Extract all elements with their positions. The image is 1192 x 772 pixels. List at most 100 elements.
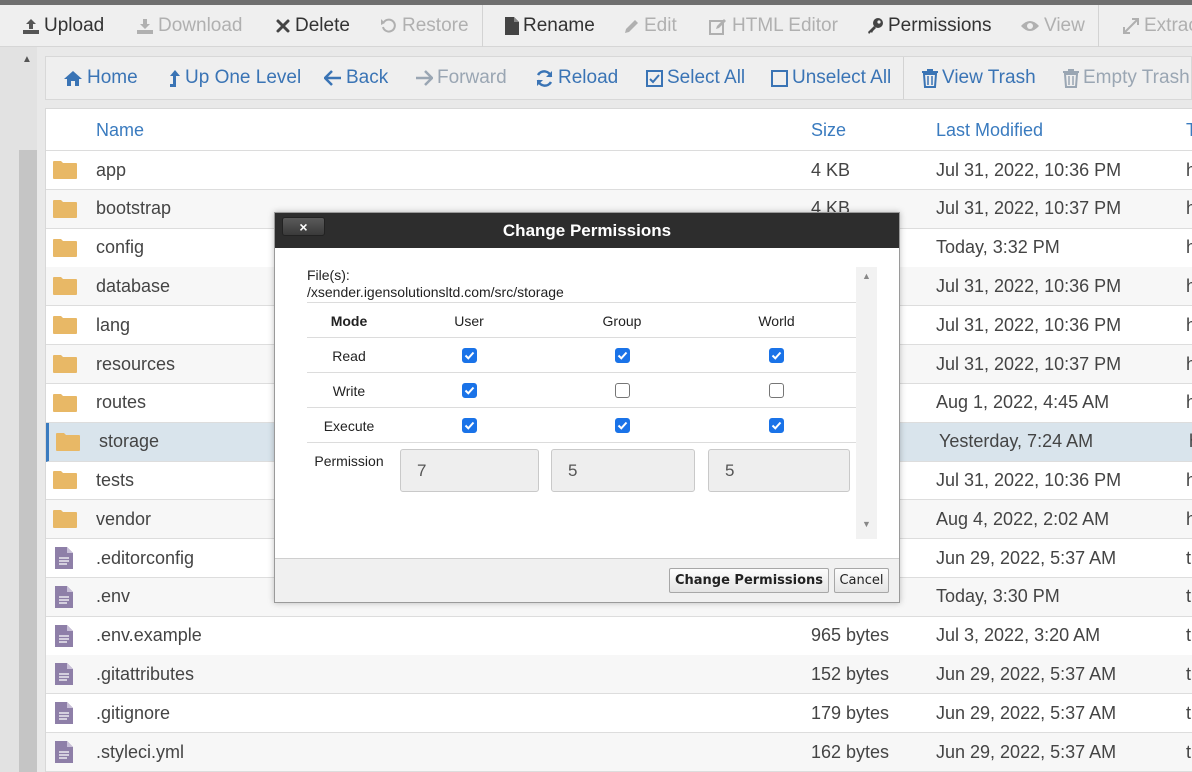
table-row[interactable]: .gitignore 179 bytes Jun 29, 2022, 5:37 AM…: [46, 694, 1192, 734]
dialog-footer: Change Permissions Cancel: [275, 558, 899, 602]
file-name: .gitignore: [96, 702, 171, 723]
mode-label: Read: [332, 347, 366, 364]
column-header-name[interactable]: Name: [96, 109, 144, 151]
user-write-checkbox[interactable]: [461, 383, 477, 398]
scroll-down-icon[interactable]: ▼: [862, 519, 871, 529]
delete-button[interactable]: Delete: [275, 5, 350, 47]
file-type: h: [1186, 159, 1192, 180]
dialog-body: File(s): /xsender.igensolutionsltd.com/s…: [285, 266, 877, 539]
permission-value-row: Permission 7 5 5: [307, 442, 856, 497]
world-read-checkbox[interactable]: [769, 348, 784, 363]
trash-icon: [1063, 68, 1079, 88]
world-permission-input[interactable]: 5: [708, 449, 850, 492]
file-icon: [505, 17, 519, 35]
reload-button[interactable]: Reload: [535, 57, 618, 99]
file-icon: [54, 733, 74, 771]
file-name: resources: [96, 353, 176, 374]
group-cell: [547, 338, 697, 373]
back-button[interactable]: Back: [324, 57, 388, 99]
group-execute-checkbox[interactable]: [614, 418, 630, 433]
table-row[interactable]: .gitattributes 152 bytes Jun 29, 2022, 5:3…: [46, 655, 1192, 695]
permission-mode-row: Execute: [307, 407, 856, 442]
column-header-last-modified[interactable]: Last Modified: [936, 109, 1043, 151]
files-path: /xsender.igensolutionsltd.com/src/storag…: [307, 284, 564, 300]
pencil-icon: [623, 18, 640, 35]
world-execute-checkbox[interactable]: [769, 418, 784, 433]
dialog-close-button[interactable]: ×: [282, 217, 325, 236]
change-permissions-button[interactable]: Change Permissions: [669, 568, 829, 593]
permissions-button[interactable]: Permissions: [866, 5, 991, 47]
html-editor-button[interactable]: HTML Editor: [709, 5, 838, 47]
world-cell: [697, 373, 856, 408]
scroll-up-arrow-icon[interactable]: ▲: [22, 54, 32, 65]
file-type: t: [1186, 741, 1192, 762]
file-size: 152 bytes: [811, 663, 890, 684]
permission-mode-row: Read: [307, 337, 856, 372]
empty-trash-button[interactable]: Empty Trash: [1063, 57, 1190, 99]
file-modified: Jul 31, 2022, 10:37 PM: [936, 353, 1122, 374]
view-button[interactable]: View: [1020, 5, 1085, 47]
file-name: tests: [96, 469, 135, 490]
file-name: lang: [96, 314, 131, 335]
group-write-checkbox[interactable]: [614, 383, 630, 398]
file-modified: Aug 1, 2022, 4:45 AM: [936, 392, 1110, 413]
upload-button[interactable]: Upload: [22, 5, 104, 47]
group-permission-input[interactable]: 5: [551, 449, 695, 492]
restore-button[interactable]: Restore: [380, 5, 469, 47]
level-up-icon: [169, 69, 181, 88]
column-header-size[interactable]: Size: [811, 109, 846, 151]
rename-button[interactable]: Rename: [505, 5, 595, 47]
user-execute-checkbox[interactable]: [461, 418, 477, 433]
table-row[interactable]: .env.example 965 bytes Jul 3, 2022, 3:20 A…: [46, 617, 1192, 656]
folder-icon: [52, 500, 78, 538]
extract-button[interactable]: Extract: [1122, 5, 1192, 47]
file-type: t: [1186, 625, 1192, 646]
upload-label: Upload: [44, 15, 105, 36]
file-type: h: [1186, 275, 1192, 296]
file-icon: [54, 694, 74, 732]
file-modified: Yesterday, 7:24 AM: [939, 431, 1094, 452]
group-read-checkbox[interactable]: [614, 348, 630, 363]
file-modified: Jun 29, 2022, 5:37 AM: [936, 663, 1117, 684]
select-all-button[interactable]: Select All: [646, 57, 745, 99]
navigation-toolbar: Home Up One Level Back Forward Reload Se…: [45, 56, 1192, 100]
edit-square-icon: [709, 18, 728, 35]
file-type: t: [1186, 663, 1192, 684]
file-size: 965 bytes: [811, 625, 890, 646]
file-modified: Jul 31, 2022, 10:37 PM: [936, 198, 1122, 219]
edit-button[interactable]: Edit: [623, 5, 677, 47]
folder-icon: [52, 345, 78, 383]
key-icon: [866, 17, 884, 35]
folder-icon: [52, 306, 78, 344]
world-write-checkbox[interactable]: [769, 383, 784, 398]
dialog-scrollbar[interactable]: ▲ ▼: [856, 267, 877, 539]
file-name: .gitattributes: [96, 663, 195, 684]
scrollbar-thumb[interactable]: [19, 150, 37, 772]
user-header: User: [454, 312, 484, 329]
forward-button[interactable]: Forward: [415, 57, 507, 99]
view-trash-button[interactable]: View Trash: [922, 57, 1036, 99]
file-type: h: [1186, 198, 1192, 219]
user-cell: [391, 408, 547, 443]
expand-icon: [1122, 17, 1140, 35]
toolbar-divider: [903, 57, 904, 99]
file-modified: Today, 3:32 PM: [936, 237, 1060, 258]
scroll-up-icon[interactable]: ▲: [862, 271, 871, 281]
group-cell: [547, 373, 697, 408]
download-label: Download: [158, 15, 243, 36]
unselect-all-button[interactable]: Unselect All: [771, 57, 891, 99]
user-permission-input[interactable]: 7: [400, 449, 539, 492]
up-one-level-button[interactable]: Up One Level: [169, 57, 301, 99]
cancel-button[interactable]: Cancel: [834, 568, 889, 593]
table-row[interactable]: app 4 KB Jul 31, 2022, 10:36 PM h: [46, 151, 1192, 190]
user-read-checkbox[interactable]: [461, 348, 477, 363]
table-row[interactable]: .styleci.yml 162 bytes Jun 29, 2022, 5:37 …: [46, 733, 1192, 772]
download-button[interactable]: Download: [136, 5, 243, 47]
file-name: routes: [96, 392, 147, 413]
folder-icon: [52, 229, 78, 267]
up-one-level-label: Up One Level: [185, 67, 302, 88]
user-cell: [391, 338, 547, 373]
home-button[interactable]: Home: [63, 57, 138, 99]
column-header-type[interactable]: T: [1186, 109, 1192, 151]
dialog-title: Change Permissions: [502, 220, 672, 240]
